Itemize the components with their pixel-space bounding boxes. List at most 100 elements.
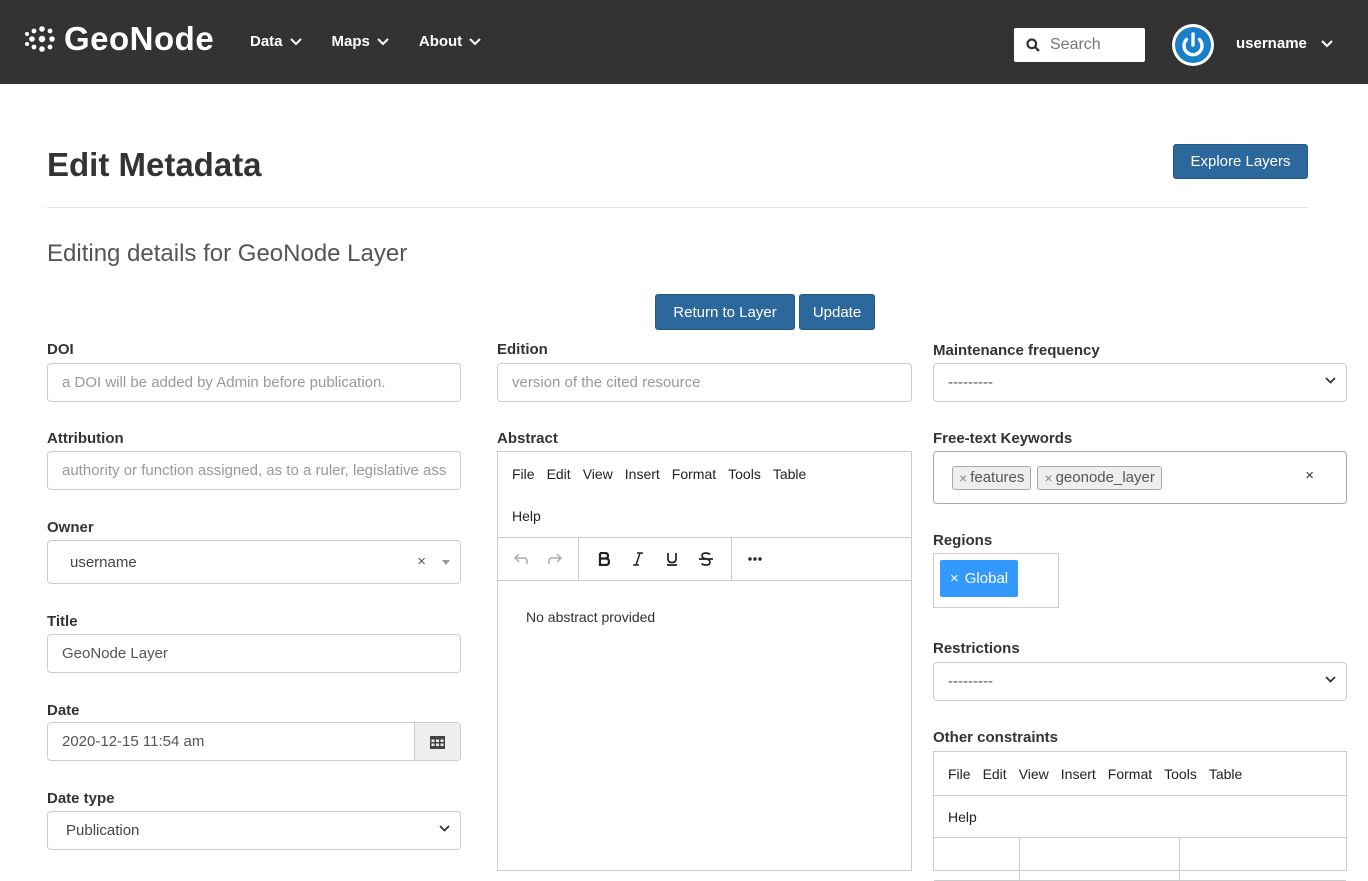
chevron-down-icon <box>377 37 389 45</box>
explore-layers-button[interactable]: Explore Layers <box>1173 144 1308 179</box>
date-label: Date <box>47 702 80 719</box>
keywords-label: Free-text Keywords <box>933 430 1073 447</box>
attribution-field[interactable] <box>47 451 461 490</box>
menu-format[interactable]: Format <box>1108 766 1152 782</box>
remove-tag-icon[interactable]: × <box>959 470 967 486</box>
restrictions-value: --------- <box>948 673 993 690</box>
calendar-icon <box>430 735 445 749</box>
title-value: GeoNode Layer <box>62 645 168 662</box>
menu-table[interactable]: Table <box>773 466 806 482</box>
power-icon <box>1175 27 1211 63</box>
date-type-label: Date type <box>47 790 115 807</box>
remove-tag-icon[interactable]: × <box>1044 470 1052 486</box>
bold-button[interactable] <box>587 544 621 574</box>
history-group <box>498 537 579 581</box>
edition-field[interactable] <box>497 363 912 402</box>
strikethrough-button[interactable] <box>689 544 723 574</box>
menu-tools[interactable]: Tools <box>728 466 761 482</box>
calendar-button[interactable] <box>414 723 460 760</box>
menu-tools[interactable]: Tools <box>1164 766 1197 782</box>
chevron-down-icon <box>1325 377 1336 384</box>
edition-label: Edition <box>497 341 548 358</box>
menu-data[interactable]: Data <box>250 33 302 50</box>
remove-region-icon[interactable]: × <box>950 570 959 587</box>
owner-value: username <box>70 553 137 571</box>
page-title: Edit Metadata <box>47 146 262 183</box>
editor-menubar-row2: Help <box>498 495 911 538</box>
keywords-field[interactable]: × features × geonode_layer × <box>933 451 1347 504</box>
date-field[interactable]: 2020-12-15 11:54 am <box>47 722 461 761</box>
more-icon <box>748 557 762 561</box>
main-menu: Data Maps About <box>250 33 511 50</box>
maintenance-frequency-label: Maintenance frequency <box>933 342 1100 359</box>
regions-field[interactable]: × Global <box>933 553 1059 608</box>
redo-icon <box>548 553 563 564</box>
divider <box>47 207 1308 208</box>
editor-toolbar <box>498 537 911 581</box>
menu-edit[interactable]: Edit <box>983 766 1007 782</box>
caret-down-icon <box>442 560 450 565</box>
date-type-select[interactable]: Publication <box>47 811 461 850</box>
menu-help[interactable]: Help <box>512 508 541 524</box>
strikethrough-icon <box>699 552 713 566</box>
menu-insert[interactable]: Insert <box>625 466 660 482</box>
menu-insert[interactable]: Insert <box>1061 766 1096 782</box>
user-menu[interactable]: username <box>1236 35 1333 52</box>
menu-about-label: About <box>418 33 463 50</box>
keyword-tag[interactable]: × features <box>952 465 1032 490</box>
owner-clear-icon[interactable]: × <box>417 553 426 570</box>
search-input[interactable] <box>1050 36 1140 54</box>
menu-maps-label: Maps <box>331 33 370 50</box>
keyword-tag-label: features <box>970 469 1025 486</box>
return-to-layer-button[interactable]: Return to Layer <box>655 294 795 330</box>
owner-label: Owner <box>47 519 94 536</box>
italic-icon <box>633 552 643 566</box>
chevron-down-icon <box>439 825 450 832</box>
menu-edit[interactable]: Edit <box>547 466 571 482</box>
redo-button[interactable] <box>538 544 572 574</box>
undo-icon <box>513 553 528 564</box>
abstract-editor: File Edit View Insert Format Tools Table… <box>497 451 912 871</box>
restrictions-select[interactable]: --------- <box>933 662 1347 701</box>
region-tag[interactable]: × Global <box>940 560 1019 597</box>
menu-view[interactable]: View <box>583 466 613 482</box>
brand-name: GeoNode <box>64 20 215 57</box>
top-navbar: GeoNode Data Maps About username <box>0 0 1368 84</box>
history-group <box>934 837 1020 881</box>
menu-view[interactable]: View <box>1019 766 1049 782</box>
italic-button[interactable] <box>621 544 655 574</box>
menu-about[interactable]: About <box>419 33 481 50</box>
doi-field[interactable] <box>47 363 461 402</box>
editor-menubar: File Edit View Insert Format Tools Table <box>498 452 911 495</box>
page-subtitle: Editing details for GeoNode Layer <box>47 240 408 267</box>
title-field[interactable]: GeoNode Layer <box>47 634 461 673</box>
other-constraints-label: Other constraints <box>933 729 1059 746</box>
search-box[interactable] <box>1014 28 1145 62</box>
brand[interactable]: GeoNode <box>24 14 214 64</box>
update-button[interactable]: Update <box>799 294 875 330</box>
date-type-value: Publication <box>66 822 140 839</box>
title-label: Title <box>47 613 78 630</box>
maintenance-frequency-select[interactable]: --------- <box>933 363 1347 402</box>
keyword-tag[interactable]: × geonode_layer <box>1037 465 1162 490</box>
avatar[interactable] <box>1172 24 1214 66</box>
menu-file[interactable]: File <box>512 466 535 482</box>
owner-select[interactable]: username × <box>47 540 461 584</box>
undo-button[interactable] <box>504 544 538 574</box>
keywords-clear-icon[interactable]: × <box>1305 467 1314 484</box>
menu-maps[interactable]: Maps <box>332 33 389 50</box>
more-button[interactable] <box>738 544 772 574</box>
abstract-content[interactable]: No abstract provided <box>498 581 911 653</box>
chevron-down-icon <box>289 37 302 45</box>
bold-icon <box>598 552 610 566</box>
more-group <box>732 538 778 581</box>
menu-file[interactable]: File <box>948 766 971 782</box>
date-value: 2020-12-15 11:54 am <box>62 733 205 750</box>
menu-help[interactable]: Help <box>948 809 977 825</box>
menu-data-label: Data <box>250 33 283 50</box>
menu-table[interactable]: Table <box>1209 766 1242 782</box>
search-icon <box>1026 38 1040 52</box>
geonode-logo-icon <box>24 22 60 56</box>
menu-format[interactable]: Format <box>672 466 716 482</box>
underline-button[interactable] <box>655 544 689 574</box>
